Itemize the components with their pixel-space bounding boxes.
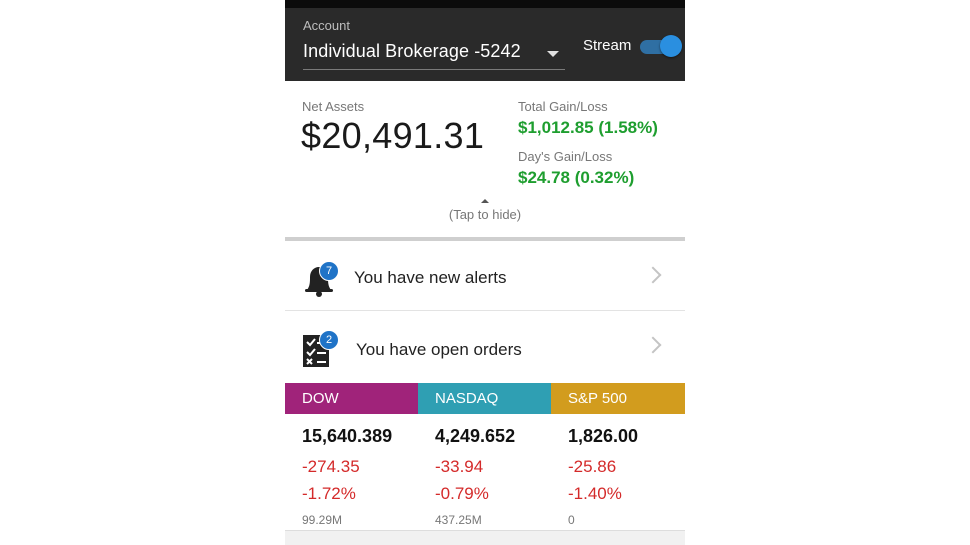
index-sp500[interactable]: S&P 500 1,826.00 -25.86 -1.40% 0	[551, 383, 685, 545]
index-name: DOW	[302, 390, 339, 407]
chevron-right-icon	[644, 266, 662, 284]
market-indices: DOW 15,640.389 -274.35 -1.72% 99.29M NAS…	[285, 383, 685, 545]
index-change: -274.35	[302, 457, 360, 476]
divider	[285, 237, 685, 241]
stream-label: Stream	[583, 37, 632, 54]
alerts-text: You have new alerts	[354, 268, 507, 287]
orders-row[interactable]: 2 You have open orders	[285, 318, 685, 380]
account-dropdown[interactable]: Individual Brokerage -5242	[303, 39, 565, 70]
index-volume: 0	[568, 513, 575, 527]
index-nasdaq[interactable]: NASDAQ 4,249.652 -33.94 -0.79% 437.25M	[418, 383, 551, 545]
account-header: Account Individual Brokerage -5242 Strea…	[285, 8, 685, 81]
index-volume: 99.29M	[302, 513, 343, 527]
index-value: 15,640.389	[302, 426, 393, 446]
net-assets-value: $20,491.31	[301, 115, 485, 156]
index-change: -25.86	[568, 457, 617, 476]
account-summary[interactable]: Net Assets $20,491.31 Total Gain/Loss $1…	[285, 81, 685, 238]
app-screen: Account Individual Brokerage -5242 Strea…	[285, 0, 685, 545]
collapse-caret-icon	[481, 199, 489, 203]
chart-strip	[285, 530, 685, 545]
account-label: Account	[303, 18, 350, 33]
index-dow[interactable]: DOW 15,640.389 -274.35 -1.72% 99.29M	[285, 383, 418, 545]
tap-to-hide[interactable]: (Tap to hide)	[285, 207, 685, 222]
index-header: NASDAQ	[418, 383, 551, 414]
account-value: Individual Brokerage -5242	[303, 41, 521, 61]
status-bar	[285, 0, 685, 8]
alerts-row[interactable]: 7 You have new alerts	[285, 248, 685, 311]
chevron-down-icon	[547, 51, 559, 57]
index-header: DOW	[285, 383, 418, 414]
index-header: S&P 500	[551, 383, 685, 414]
chevron-right-icon	[644, 336, 662, 354]
total-gain-label: Total Gain/Loss	[518, 99, 608, 114]
index-percent: -0.79%	[435, 484, 489, 503]
bell-icon: 7	[301, 260, 341, 300]
stream-toggle[interactable]	[640, 35, 682, 57]
index-name: NASDAQ	[435, 390, 499, 407]
index-value: 4,249.652	[435, 426, 516, 446]
total-gain-value: $1,012.85 (1.58%)	[518, 118, 658, 137]
day-gain-value: $24.78 (0.32%)	[518, 168, 635, 187]
index-name: S&P 500	[568, 390, 627, 407]
index-change: -33.94	[435, 457, 484, 476]
net-assets-label: Net Assets	[302, 99, 365, 114]
day-gain-label: Day's Gain/Loss	[518, 149, 613, 164]
index-percent: -1.72%	[302, 484, 356, 503]
checklist-icon: 2	[301, 330, 341, 370]
orders-badge: 2	[319, 330, 339, 350]
toggle-knob	[660, 35, 682, 57]
index-volume: 437.25M	[435, 513, 482, 527]
index-value: 1,826.00	[568, 426, 639, 446]
alerts-badge: 7	[319, 261, 339, 281]
orders-text: You have open orders	[356, 340, 522, 359]
index-percent: -1.40%	[568, 484, 622, 503]
